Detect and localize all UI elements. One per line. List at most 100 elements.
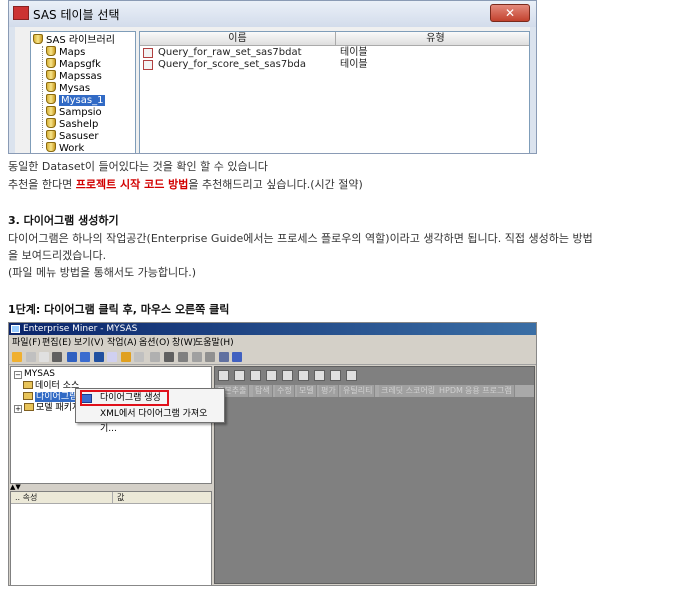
run-icon[interactable]	[134, 352, 144, 362]
library-icon	[33, 34, 43, 44]
library-item[interactable]: Sasuser	[46, 130, 99, 142]
table-icon	[143, 60, 153, 70]
delete-icon[interactable]	[52, 352, 62, 362]
tab-assess[interactable]: 평가	[319, 385, 339, 397]
table-row[interactable]: Query_for_raw_set_sas7bdat 테이블	[140, 47, 529, 59]
menu-bar: 파일(F) 편집(E) 보기(V) 작업(A) 옵션(O) 창(W) 도움말(H…	[9, 336, 536, 350]
node-tool-icon[interactable]	[346, 370, 357, 381]
tools-icon[interactable]	[178, 352, 188, 362]
chart-icon[interactable]	[164, 352, 174, 362]
tree-item-data-source[interactable]: 데이터 소스	[23, 381, 79, 392]
section-heading: 3. 다이어그램 생성하기	[8, 214, 119, 227]
search-icon[interactable]	[121, 352, 131, 362]
sas-app-icon	[13, 6, 29, 20]
table-icon[interactable]	[94, 352, 104, 362]
library-item[interactable]: Work	[46, 142, 84, 153]
paste-icon[interactable]	[39, 352, 49, 362]
folder-icon	[23, 381, 33, 389]
table-row[interactable]: Query_for_score_set_sas7bda 테이블	[140, 59, 529, 71]
library-icon	[46, 142, 56, 152]
new-icon[interactable]	[12, 352, 22, 362]
library-item[interactable]: Sampsio	[46, 106, 102, 118]
library-icon	[46, 130, 56, 140]
diagram-icon[interactable]	[80, 352, 90, 362]
node-category-tabs: 표본추출 탐색 수정 모델 평가 유틸리티 크레딧 스코어링 HPDM 응용 프…	[215, 385, 534, 397]
library-item-selected[interactable]: Mysas_1	[46, 94, 106, 106]
paragraph-1: 다이어그램은 하나의 작업공간(Enterprise Guide에서는 프로세스…	[8, 232, 593, 245]
menu-item-create-diagram[interactable]: 다이어그램 생성	[76, 391, 224, 406]
library-icon	[46, 46, 56, 56]
library-item[interactable]: Mapsgfk	[46, 58, 101, 70]
export-icon[interactable]	[205, 352, 215, 362]
node-tool-icon[interactable]	[218, 370, 229, 381]
library-item[interactable]: Sashelp	[46, 118, 98, 130]
node-tool-icon[interactable]	[266, 370, 277, 381]
tree-item-model-package[interactable]: + 모델 패키지	[14, 403, 80, 414]
properties-panel: .. 속성 값	[10, 491, 212, 585]
tab-applications[interactable]: 응용 프로그램	[463, 385, 515, 397]
menu-item-import-diagram-xml[interactable]: XML에서 다이어그램 가져오기...	[76, 407, 224, 434]
close-button[interactable]: ✕	[490, 4, 530, 22]
tab-hpdm[interactable]: HPDM	[437, 385, 466, 397]
column-header-value[interactable]: 값	[113, 492, 211, 504]
tree-root[interactable]: − MYSAS	[14, 369, 55, 380]
window-title: Enterprise Miner - MYSAS	[23, 324, 138, 334]
node-tool-icon[interactable]	[250, 370, 261, 381]
tab-explore[interactable]: 탐색	[253, 385, 273, 397]
column-header-type[interactable]: 유형	[336, 32, 529, 46]
node-tool-icon[interactable]	[314, 370, 325, 381]
node-tool-icon[interactable]	[282, 370, 293, 381]
book-icon[interactable]	[219, 352, 229, 362]
library-icon	[46, 106, 56, 116]
grid-icon[interactable]	[192, 352, 202, 362]
app-icon	[11, 325, 20, 333]
menu-window[interactable]: 창(W)	[172, 336, 196, 350]
menu-file[interactable]: 파일(F)	[12, 336, 41, 350]
panel-splitter[interactable]: ▲▼	[10, 484, 212, 491]
step-heading: 1단계: 다이어그램 클릭 후, 마우스 오른쪽 클릭	[8, 303, 230, 316]
node-tool-icon[interactable]	[298, 370, 309, 381]
help-icon[interactable]	[232, 352, 242, 362]
library-icon	[46, 70, 56, 80]
library-item[interactable]: Mapssas	[46, 70, 102, 82]
paragraph-2: (파일 메뉴 방법을 통해서도 가능합니다.)	[8, 266, 196, 279]
text-line-1: 동일한 Dataset이 들어있다는 것을 확인 할 수 있습니다	[8, 160, 268, 173]
menu-edit[interactable]: 편집(E)	[42, 336, 71, 350]
paragraph-1-cont: 을 보여드리겠습니다.	[8, 249, 107, 262]
tree-item-diagram[interactable]: 다이어그램	[23, 392, 79, 403]
column-header-name[interactable]: 이름	[140, 32, 336, 46]
window-icon[interactable]	[107, 352, 117, 362]
tab-utility[interactable]: 유틸리티	[341, 385, 376, 397]
diagram-workspace[interactable]: 표본추출 탐색 수정 모델 평가 유틸리티 크레딧 스코어링 HPDM 응용 프…	[214, 366, 535, 584]
library-item[interactable]: Maps	[46, 46, 85, 58]
diagram-icon	[80, 394, 92, 403]
collapse-icon[interactable]: −	[14, 371, 22, 379]
tab-credit-scoring[interactable]: 크레딧 스코어링	[379, 385, 439, 397]
expand-icon[interactable]: +	[14, 405, 22, 413]
library-icon	[46, 82, 56, 92]
table-list[interactable]: 이름 유형 Query_for_raw_set_sas7bdat 테이블 Que…	[139, 31, 530, 153]
menu-action[interactable]: 작업(A)	[107, 336, 137, 350]
library-icon	[46, 58, 56, 68]
copy-icon[interactable]	[26, 352, 36, 362]
sort-icon[interactable]	[150, 352, 160, 362]
dialog-title: SAS 테이블 선택	[33, 8, 120, 22]
column-header-property[interactable]: .. 속성	[11, 492, 113, 504]
node-tool-icon[interactable]	[330, 370, 341, 381]
highlight-text: 프로젝트 시작 코드 방법	[75, 178, 189, 191]
dialog-titlebar: SAS 테이블 선택 ✕	[9, 1, 536, 27]
dialog-client-area: SAS 라이브러리 Maps Mapsgfk Mapssas Mysas Mys…	[15, 27, 530, 153]
enterprise-miner-window: Enterprise Miner - MYSAS 파일(F) 편집(E) 보기(…	[8, 322, 537, 586]
tab-model[interactable]: 모델	[297, 385, 317, 397]
node-tool-icon[interactable]	[234, 370, 245, 381]
menu-help[interactable]: 도움말(H)	[195, 336, 234, 350]
window-titlebar: Enterprise Miner - MYSAS	[9, 323, 536, 335]
menu-view[interactable]: 보기(V)	[74, 336, 104, 350]
text-line-2: 추천을 한다면 프로젝트 시작 코드 방법을 추천해드리고 싶습니다.(시간 절…	[8, 178, 363, 191]
library-tree[interactable]: SAS 라이브러리 Maps Mapsgfk Mapssas Mysas Mys…	[30, 31, 136, 153]
library-root[interactable]: SAS 라이브러리	[33, 34, 115, 46]
library-item[interactable]: Mysas	[46, 82, 90, 94]
menu-options[interactable]: 옵션(O)	[139, 336, 170, 350]
info-icon[interactable]	[67, 352, 77, 362]
tab-modify[interactable]: 수정	[275, 385, 295, 397]
